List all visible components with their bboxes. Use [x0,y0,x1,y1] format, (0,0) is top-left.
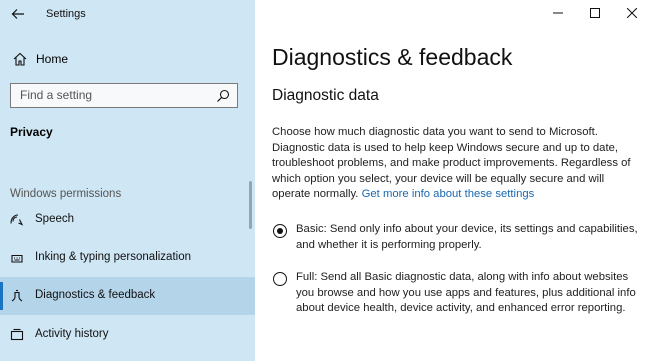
sidebar-item-label: Inking & typing personalization [35,251,191,263]
more-info-link[interactable]: Get more info about these settings [362,188,535,200]
description: Choose how much diagnostic data you want… [272,125,642,203]
sidebar-item-label: Speech [35,213,75,225]
maximize-button[interactable] [576,0,613,26]
back-button[interactable] [8,5,28,23]
close-button[interactable] [613,0,650,26]
minimize-icon [552,12,563,14]
sidebar-item-activity-history[interactable]: Activity history [0,316,255,354]
sidebar-item-inking-typing[interactable]: Inking & typing personalization [0,239,255,277]
section-heading: Diagnostic data [272,87,379,104]
full-radio-button[interactable] [273,272,287,286]
search-icon[interactable] [215,88,231,104]
close-icon [626,8,637,18]
activity-history-icon [10,328,24,341]
maximize-icon [589,8,600,18]
group-label: Windows permissions [10,188,122,200]
basic-radio-button[interactable] [273,224,287,238]
home-icon [13,52,27,66]
sidebar-item-label: Activity history [35,328,109,340]
window-controls [539,0,650,28]
page-title: Diagnostics & feedback [272,44,513,70]
app-title: Settings [46,8,86,20]
title-bar: Settings [0,0,255,30]
basic-option-label: Basic: Send only info about your device,… [296,223,638,251]
minimize-button[interactable] [539,0,576,26]
home-nav-item[interactable]: Home [0,46,255,74]
sidebar: Settings Home Privacy Windows permission… [0,0,255,361]
sidebar-item-label: Diagnostics & feedback [35,289,156,301]
section-title: Privacy [10,125,53,139]
inking-icon [11,254,23,263]
search-box[interactable] [10,83,238,108]
speech-icon [10,214,24,226]
full-option-label: Full: Send all Basic diagnostic data, al… [296,271,636,314]
settings-window: Settings Home Privacy Windows permission… [0,0,650,361]
diagnostics-icon [11,289,23,302]
search-input[interactable] [20,88,200,102]
sidebar-item-diagnostics-feedback[interactable]: Diagnostics & feedback [0,277,255,315]
back-arrow-icon [11,9,24,19]
main-content: Diagnostics & feedback Diagnostic data C… [255,0,650,361]
home-label: Home [36,52,69,66]
sidebar-item-speech[interactable]: Speech [0,201,255,239]
sidebar-scrollbar[interactable] [249,181,252,229]
